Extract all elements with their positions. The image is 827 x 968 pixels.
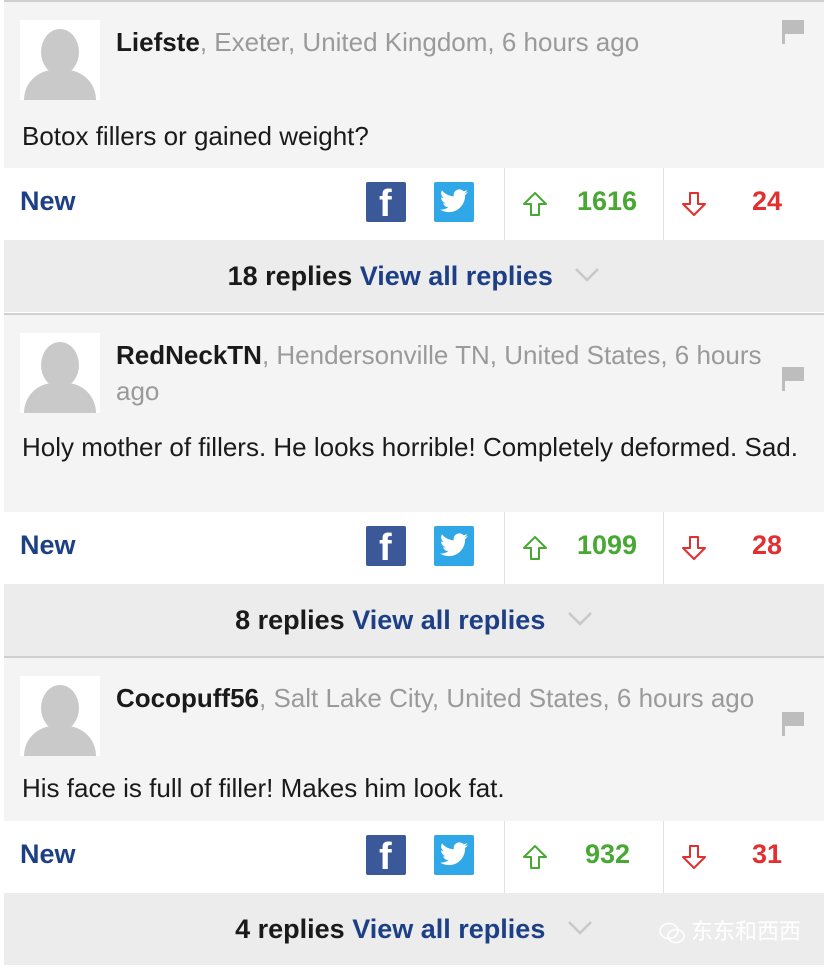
avatar[interactable] (20, 676, 100, 756)
comment-location-time: , Salt Lake City, United States, 6 hours… (259, 683, 755, 713)
downvote-button[interactable]: 24 (664, 168, 824, 240)
comment-card: Cocopuff56, Salt Lake City, United State… (4, 656, 824, 821)
comment-card: Liefste, Exeter, United Kingdom, 6 hours… (4, 0, 824, 168)
flag-icon[interactable] (782, 367, 806, 391)
comment-card: RedNeckTN, Hendersonville TN, United Sta… (4, 313, 824, 512)
twitter-share-icon[interactable] (434, 835, 474, 875)
facebook-share-icon[interactable]: f (366, 835, 406, 877)
downvote-button[interactable]: 31 (664, 821, 824, 893)
comment-actions: New f 932 31 (4, 821, 824, 893)
upvote-count: 1616 (577, 186, 638, 216)
downvote-count: 24 (752, 186, 783, 216)
replies-count: 8 replies (235, 605, 345, 635)
downvote-button[interactable]: 28 (664, 512, 824, 584)
comment-location-time: , Exeter, United Kingdom, 6 hours ago (199, 27, 640, 57)
watermark: 东东和西西 (659, 914, 801, 946)
comment-text: His face is full of filler! Makes him lo… (22, 773, 505, 803)
view-all-replies-link[interactable]: View all replies (360, 261, 553, 291)
comment-username[interactable]: Cocopuff56 (116, 683, 259, 713)
avatar[interactable] (20, 20, 100, 100)
arrow-up-icon (523, 536, 547, 560)
replies-count: 4 replies (235, 914, 345, 944)
comment-text: Botox fillers or gained weight? (22, 121, 369, 151)
comment-username[interactable]: Liefste (116, 27, 200, 57)
upvote-button[interactable]: 1099 (504, 512, 664, 584)
downvote-count: 31 (752, 839, 783, 869)
avatar[interactable] (20, 333, 100, 413)
facebook-share-icon[interactable]: f (366, 182, 406, 224)
twitter-share-icon[interactable] (434, 526, 474, 566)
upvote-count: 932 (585, 839, 631, 869)
upvote-count: 1099 (577, 530, 638, 560)
watermark-text: 东东和西西 (690, 920, 801, 945)
comment-actions: New f 1616 24 (4, 168, 824, 240)
comment-meta: Cocopuff56, Salt Lake City, United State… (116, 680, 806, 716)
comment-text: Holy mother of fillers. He looks horribl… (22, 432, 798, 462)
chevron-down-icon[interactable] (567, 920, 593, 936)
facebook-share-icon[interactable]: f (366, 526, 406, 568)
comment-actions: New f 1099 28 (4, 512, 824, 584)
flag-icon[interactable] (782, 712, 806, 736)
arrow-down-icon (682, 845, 706, 869)
arrow-down-icon (682, 192, 706, 216)
chevron-down-icon[interactable] (574, 267, 600, 283)
comment-meta: RedNeckTN, Hendersonville TN, United Sta… (116, 337, 806, 409)
view-replies-bar[interactable]: 18 replies View all replies (4, 240, 824, 312)
view-replies-bar[interactable]: 8 replies View all replies (4, 584, 824, 656)
downvote-count: 28 (752, 530, 783, 560)
upvote-button[interactable]: 932 (504, 821, 664, 893)
comment-meta: Liefste, Exeter, United Kingdom, 6 hours… (116, 24, 806, 60)
new-link[interactable]: New (20, 530, 76, 561)
new-link[interactable]: New (20, 839, 76, 870)
arrow-up-icon (523, 192, 547, 216)
wechat-icon (659, 922, 685, 944)
upvote-button[interactable]: 1616 (504, 168, 664, 240)
comment-username[interactable]: RedNeckTN (116, 340, 262, 370)
replies-count: 18 replies (227, 261, 353, 291)
arrow-up-icon (523, 845, 547, 869)
flag-icon[interactable] (782, 20, 806, 44)
view-all-replies-link[interactable]: View all replies (352, 605, 545, 635)
arrow-down-icon (682, 536, 706, 560)
view-all-replies-link[interactable]: View all replies (352, 914, 545, 944)
comment-thread: RedNeckTN, Hendersonville TN, United Sta… (0, 313, 827, 656)
new-link[interactable]: New (20, 186, 76, 217)
chevron-down-icon[interactable] (567, 611, 593, 627)
twitter-share-icon[interactable] (434, 182, 474, 222)
comment-thread: Liefste, Exeter, United Kingdom, 6 hours… (0, 0, 827, 312)
